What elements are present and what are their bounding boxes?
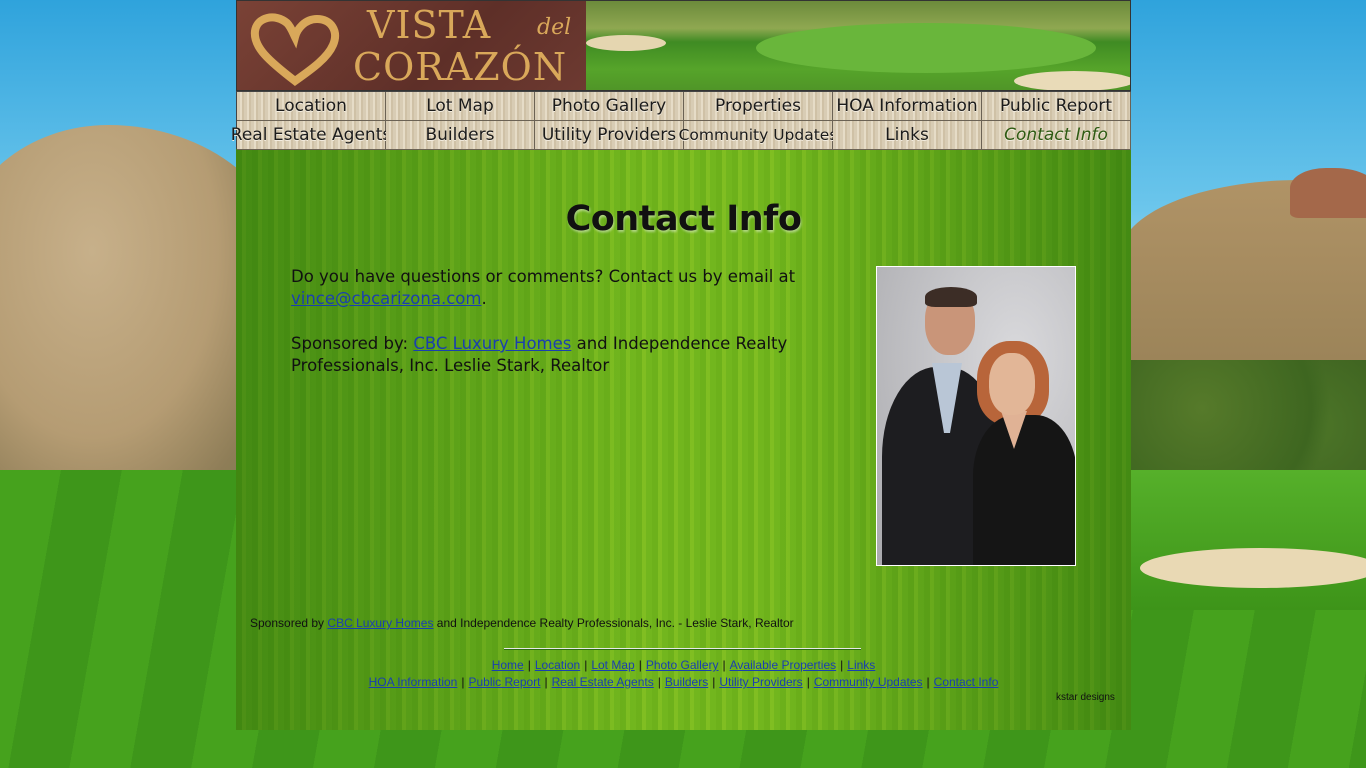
footer-link-builders[interactable]: Builders bbox=[665, 675, 708, 689]
banner-bunker-left bbox=[586, 35, 666, 51]
footer-link-utility-providers[interactable]: Utility Providers bbox=[719, 675, 802, 689]
nav-contact-info[interactable]: Contact Info bbox=[982, 121, 1131, 150]
site-logo[interactable]: VISTA del CORAZÓN bbox=[237, 1, 586, 90]
footer-separator: | bbox=[926, 675, 930, 689]
nav-builders[interactable]: Builders bbox=[386, 121, 535, 150]
nav-public-report[interactable]: Public Report bbox=[982, 92, 1131, 121]
footer-sponsor-prefix: Sponsored by bbox=[250, 616, 325, 630]
footer-link-hoa-information[interactable]: HOA Information bbox=[369, 675, 458, 689]
fairway-right bbox=[1130, 470, 1366, 610]
sponsor-link[interactable]: CBC Luxury Homes bbox=[413, 334, 571, 353]
contact-paragraph: Do you have questions or comments? Conta… bbox=[291, 266, 811, 310]
logo-text-vista: VISTA bbox=[367, 3, 492, 47]
footer-separator: | bbox=[722, 658, 726, 672]
photo-man-hair bbox=[925, 287, 977, 307]
footer-divider bbox=[504, 648, 861, 650]
email-link[interactable]: vince@cbcarizona.com bbox=[291, 289, 481, 308]
footer-link-lot-map[interactable]: Lot Map bbox=[591, 658, 634, 672]
logo-text-corazon: CORAZÓN bbox=[353, 45, 568, 89]
question-text: Do you have questions or comments? Conta… bbox=[291, 267, 796, 286]
banner-putting-green bbox=[756, 23, 1096, 73]
site-header: VISTA del CORAZÓN bbox=[236, 0, 1131, 91]
banner-bunker-right bbox=[1014, 71, 1130, 90]
main-navigation: Location Lot Map Photo Gallery Propertie… bbox=[231, 91, 1131, 150]
footer-link-home[interactable]: Home bbox=[492, 658, 524, 672]
footer-links-line-1: Home | Location | Lot Map | Photo Gallery | Avai… bbox=[236, 658, 1131, 672]
nav-utility-providers[interactable]: Utility Providers bbox=[535, 121, 684, 150]
sand-bunker bbox=[1140, 548, 1366, 588]
footer-separator: | bbox=[638, 658, 642, 672]
footer-sponsor-rest: and Independence Realty Professionals, I… bbox=[436, 616, 794, 630]
contact-content: Do you have questions or comments? Conta… bbox=[291, 266, 811, 400]
nav-lot-map[interactable]: Lot Map bbox=[386, 92, 535, 121]
footer-separator: | bbox=[527, 658, 531, 672]
logo-text-del: del bbox=[537, 15, 572, 40]
golf-banner-image bbox=[586, 1, 1130, 90]
footer-link-community-updates[interactable]: Community Updates bbox=[814, 675, 923, 689]
sponsored-label: Sponsored by: bbox=[291, 334, 409, 353]
footer-sponsor-link[interactable]: CBC Luxury Homes bbox=[327, 616, 433, 630]
nav-location[interactable]: Location bbox=[237, 92, 386, 121]
nav-real-estate-agents[interactable]: Real Estate Agents bbox=[231, 121, 391, 150]
footer-separator: | bbox=[584, 658, 588, 672]
footer-link-real-estate-agents[interactable]: Real Estate Agents bbox=[552, 675, 654, 689]
footer-separator: | bbox=[461, 675, 465, 689]
red-rock bbox=[1290, 168, 1366, 218]
realtors-photo bbox=[876, 266, 1076, 566]
nav-links[interactable]: Links bbox=[833, 121, 982, 150]
designer-credit: kstar designs bbox=[1056, 692, 1115, 703]
nav-properties[interactable]: Properties bbox=[684, 92, 833, 121]
photo-woman-top bbox=[973, 415, 1075, 565]
trees-right bbox=[1130, 360, 1366, 480]
footer-link-public-report[interactable]: Public Report bbox=[468, 675, 540, 689]
footer-sponsor: Sponsored by CBC Luxury Homes and Indepe… bbox=[250, 616, 794, 630]
nav-photo-gallery[interactable]: Photo Gallery bbox=[535, 92, 684, 121]
footer-separator: | bbox=[712, 675, 716, 689]
sponsor-paragraph: Sponsored by: CBC Luxury Homes and Indep… bbox=[291, 333, 811, 377]
footer-link-contact-info[interactable]: Contact Info bbox=[934, 675, 999, 689]
photo-woman-head bbox=[989, 353, 1035, 415]
footer-links-line-2: HOA Information | Public Report | Real Estat… bbox=[236, 675, 1131, 689]
email-suffix: . bbox=[481, 289, 487, 308]
footer-link-location[interactable]: Location bbox=[535, 658, 580, 672]
nav-hoa-information[interactable]: HOA Information bbox=[833, 92, 982, 121]
page-title: Contact Info bbox=[565, 199, 802, 240]
footer-separator: | bbox=[840, 658, 844, 672]
footer-link-available-properties[interactable]: Available Properties bbox=[730, 658, 837, 672]
footer-link-links[interactable]: Links bbox=[847, 658, 875, 672]
heart-logo-icon bbox=[250, 13, 339, 86]
footer-link-photo-gallery[interactable]: Photo Gallery bbox=[646, 658, 719, 672]
nav-community-updates[interactable]: Community Updates bbox=[679, 121, 837, 150]
page-container: VISTA del CORAZÓN Location Lot Map Photo… bbox=[231, 0, 1131, 730]
footer-separator: | bbox=[657, 675, 661, 689]
footer-separator: | bbox=[544, 675, 548, 689]
footer-separator: | bbox=[806, 675, 810, 689]
